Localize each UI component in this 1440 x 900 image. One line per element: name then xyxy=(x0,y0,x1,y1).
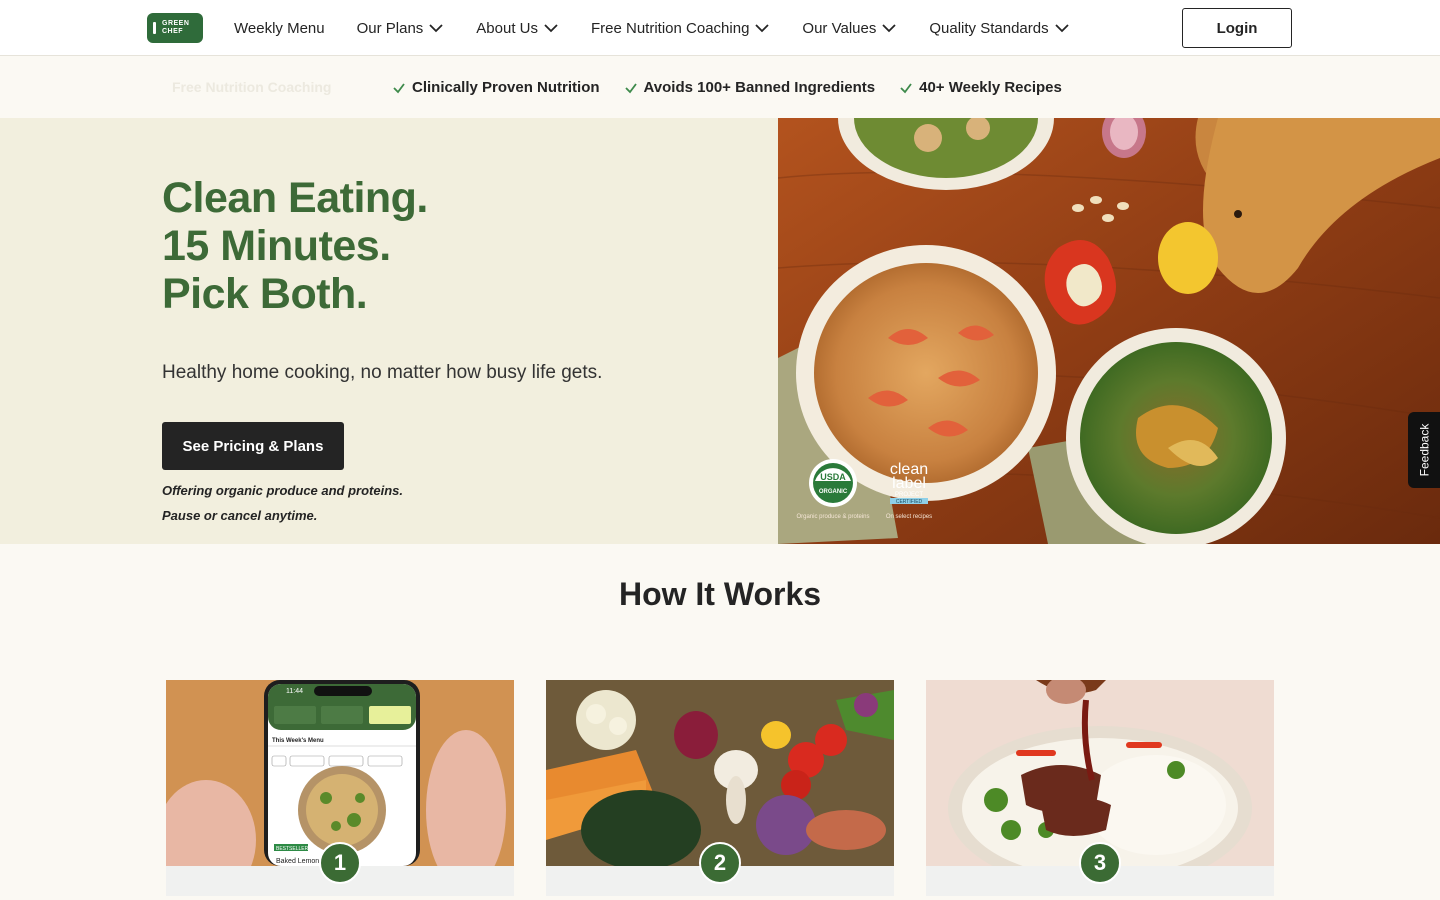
chevron-down-icon xyxy=(755,24,770,33)
how-step-1-card: 11:44 This Week's Menu BESTSELLER Baked … xyxy=(166,680,514,896)
usda-badge-top-text: USDA xyxy=(820,472,846,482)
feedback-tab[interactable]: Feedback xyxy=(1408,412,1440,488)
nav-item-weekly-menu[interactable]: Weekly Menu xyxy=(234,20,325,37)
clean-label-word-2: label xyxy=(892,475,926,492)
phone-tab-label: This Week's Menu xyxy=(272,738,324,744)
login-button[interactable]: Login xyxy=(1182,8,1292,48)
nav-item-label: Our Values xyxy=(802,19,877,37)
logo-text-line2: CHEF xyxy=(162,28,184,35)
hero-note-cancel: Pause or cancel anytime. xyxy=(162,508,318,523)
hero-title-line-2: 15 Minutes. xyxy=(162,222,391,270)
benefit-label: Avoids 100+ Banned Ingredients xyxy=(643,79,876,96)
nav-item-label: Our Plans xyxy=(356,19,424,37)
checkmark-icon xyxy=(900,82,912,93)
benefit-item: Clinically Proven Nutrition xyxy=(392,79,600,96)
see-pricing-plans-button[interactable]: See Pricing & Plans xyxy=(162,422,344,470)
hero-food-image: USDA ORGANIC Organic produce & proteins … xyxy=(778,118,1440,544)
hero-note-organic: Offering organic produce and proteins. xyxy=(162,483,404,498)
benefits-bar: Free Nutrition Coaching Clinically Prove… xyxy=(0,57,1440,118)
nav-item-label: Weekly Menu xyxy=(234,19,325,37)
nav-item-label: Free Nutrition Coaching xyxy=(591,19,750,37)
checkmark-icon xyxy=(624,82,637,93)
phone-bestseller-tag: BESTSELLER xyxy=(276,846,309,852)
nav-menu: Weekly Menu Our Plans About Us Free Nutriti… xyxy=(234,0,1102,56)
nav-item-our-plans[interactable]: Our Plans xyxy=(357,20,445,37)
step-3-steak-bowl-image xyxy=(926,680,1274,866)
chevron-down-icon xyxy=(882,24,896,33)
benefit-label: Clinically Proven Nutrition xyxy=(412,79,600,96)
how-it-works-title: How It Works xyxy=(618,576,822,612)
step-1-phone-image: 11:44 This Week's Menu BESTSELLER Baked … xyxy=(166,680,514,866)
green-chef-logo[interactable]: GREEN CHEF xyxy=(147,13,203,43)
nav-item-free-nutrition-coaching[interactable]: Free Nutrition Coaching xyxy=(591,20,770,37)
benefit-list: Clinically Proven Nutrition Avoids 100+ B… xyxy=(392,57,1086,118)
usda-badge-caption: Organic produce & proteins xyxy=(796,514,869,520)
usda-badge-bottom-text: ORGANIC xyxy=(819,489,848,495)
hero-title-line-3: Pick Both. xyxy=(162,270,368,318)
hero-section: Clean Eating. 15 Minutes. Pick Both. Hea… xyxy=(0,118,1440,544)
step-1-number-badge: 1 xyxy=(319,842,361,884)
chevron-down-icon xyxy=(544,24,558,33)
chevron-down-icon xyxy=(1054,24,1069,33)
benefit-item: 40+ Weekly Recipes xyxy=(899,79,1062,96)
nav-item-quality-standards[interactable]: Quality Standards xyxy=(929,20,1069,37)
hero-title: Clean Eating. 15 Minutes. Pick Both. xyxy=(162,174,428,318)
how-step-2-card: 2 xyxy=(546,680,894,896)
clean-label-caption: On select recipes xyxy=(886,514,932,520)
logo-text-line1: GREEN xyxy=(162,20,190,27)
logo-mark-icon xyxy=(153,22,156,34)
benefit-item: Avoids 100+ Banned Ingredients xyxy=(624,79,876,96)
nav-item-our-values[interactable]: Our Values xyxy=(802,20,897,37)
phone-time: 11:44 xyxy=(286,688,303,695)
benefit-label: 40+ Weekly Recipes xyxy=(919,79,1062,96)
how-step-3-card: 3 xyxy=(926,680,1274,896)
clean-label-word-4: CERTIFIED xyxy=(896,499,923,505)
nav-item-label: Quality Standards xyxy=(929,19,1049,37)
hero-subtitle: Healthy home cooking, no matter how busy… xyxy=(162,362,603,383)
step-2-produce-image xyxy=(546,680,894,866)
feedback-label: Feedback xyxy=(1417,423,1432,477)
step-2-number-badge: 2 xyxy=(699,842,741,884)
nav-item-label: About Us xyxy=(476,19,538,37)
chevron-down-icon xyxy=(429,24,443,33)
top-nav: GREEN CHEF Weekly Menu Our Plans About Us F… xyxy=(0,0,1440,56)
carousel-ghost-text: Free Nutrition Coaching xyxy=(172,79,332,95)
checkmark-icon xyxy=(393,82,405,93)
nav-item-about-us[interactable]: About Us xyxy=(476,20,559,37)
clean-label-word-3: PROJECT xyxy=(895,492,923,498)
step-3-number-badge: 3 xyxy=(1079,842,1121,884)
hero-title-line-1: Clean Eating. xyxy=(162,174,428,222)
